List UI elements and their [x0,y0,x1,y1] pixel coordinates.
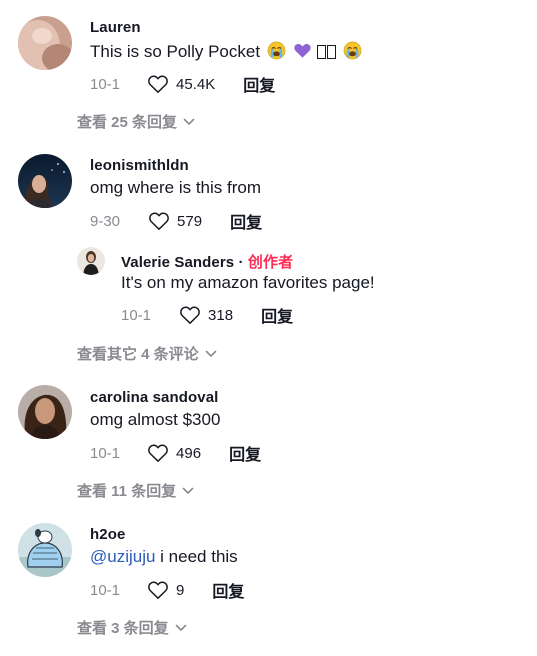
avatar[interactable] [77,247,105,275]
purple-heart-icon [293,41,312,65]
unrendered-glyph-icon [317,45,327,59]
comment-username[interactable]: leonismithldn [90,157,189,174]
avatar[interactable] [18,385,72,439]
creator-badge: 创作者 [247,254,294,271]
heart-outline-icon [148,75,168,93]
comment-text: @uzijuju i need this [90,547,238,566]
avatar[interactable] [18,523,72,577]
like-count: 496 [176,444,202,462]
view-replies-label: 查看 11 条回复 [77,483,177,500]
reply-text: It's on my amazon favorites page! [121,273,375,292]
loudly-crying-face-icon [343,41,362,65]
comment-text: omg where is this from [90,178,261,197]
view-replies-label: 查看其它 4 条评论 [77,346,199,363]
avatar[interactable] [18,16,72,70]
comment-date: 9-30 [90,212,121,230]
chevron-down-icon [175,624,186,631]
heart-outline-icon [148,444,168,462]
reply-button[interactable]: 回复 [212,578,244,602]
view-replies-button[interactable]: 查看 3 条回复 [77,617,187,638]
user-mention-link[interactable]: @uzijuju [90,547,155,566]
comment-username[interactable]: carolina sandoval [90,389,218,406]
heart-outline-icon [149,212,169,230]
like-button[interactable]: 45.4K [147,74,215,94]
comment-text: omg almost $300 [90,410,221,429]
chevron-down-icon [182,487,194,494]
view-replies-label: 查看 3 条回复 [77,620,169,637]
reply-meta: 10-1 318 回复 [121,303,293,327]
like-count: 9 [176,581,185,599]
view-replies-label: 查看 25 条回复 [77,114,178,131]
reply-button[interactable]: 回复 [229,441,261,465]
comment-meta: 10-1 496 回复 [90,441,261,465]
like-count: 318 [208,306,234,324]
reply-button[interactable]: 回复 [230,209,262,233]
reply-button[interactable]: 回复 [261,303,293,327]
avatar[interactable] [18,154,72,208]
reply-author-name[interactable]: Valerie Sanders [121,254,234,271]
heart-outline-icon [148,581,168,599]
comment-date: 10-1 [90,581,121,599]
like-count: 579 [177,212,203,230]
chevron-down-icon [183,118,195,125]
like-button[interactable]: 9 [147,580,184,600]
like-count: 45.4K [176,75,216,93]
view-replies-button[interactable]: 查看 11 条回复 [77,480,194,501]
comment-meta: 9-30 579 回复 [90,209,262,233]
chevron-down-icon [205,350,216,357]
comment-text: This is so Polly Pocket [90,41,362,65]
unrendered-glyph-icon [327,45,337,59]
reply-button[interactable]: 回复 [243,72,275,96]
loudly-crying-face-icon [267,41,286,65]
comment-date: 10-1 [90,75,121,93]
comment-date: 10-1 [90,444,121,462]
comment-meta: 10-1 45.4K 回复 [90,72,275,96]
comment-meta: 10-1 9 回复 [90,578,244,602]
like-button[interactable]: 579 [148,211,202,231]
reply-date: 10-1 [121,306,152,324]
heart-outline-icon [180,306,200,324]
like-button[interactable]: 318 [179,305,233,325]
view-replies-button[interactable]: 查看 25 条回复 [77,111,195,132]
like-button[interactable]: 496 [147,443,201,463]
comment-username[interactable]: h2oe [90,526,125,543]
view-more-comments-button[interactable]: 查看其它 4 条评论 [77,343,217,364]
comment-username[interactable]: Lauren [90,19,141,36]
reply-username: Valerie Sanders · 创作者 [121,254,294,271]
